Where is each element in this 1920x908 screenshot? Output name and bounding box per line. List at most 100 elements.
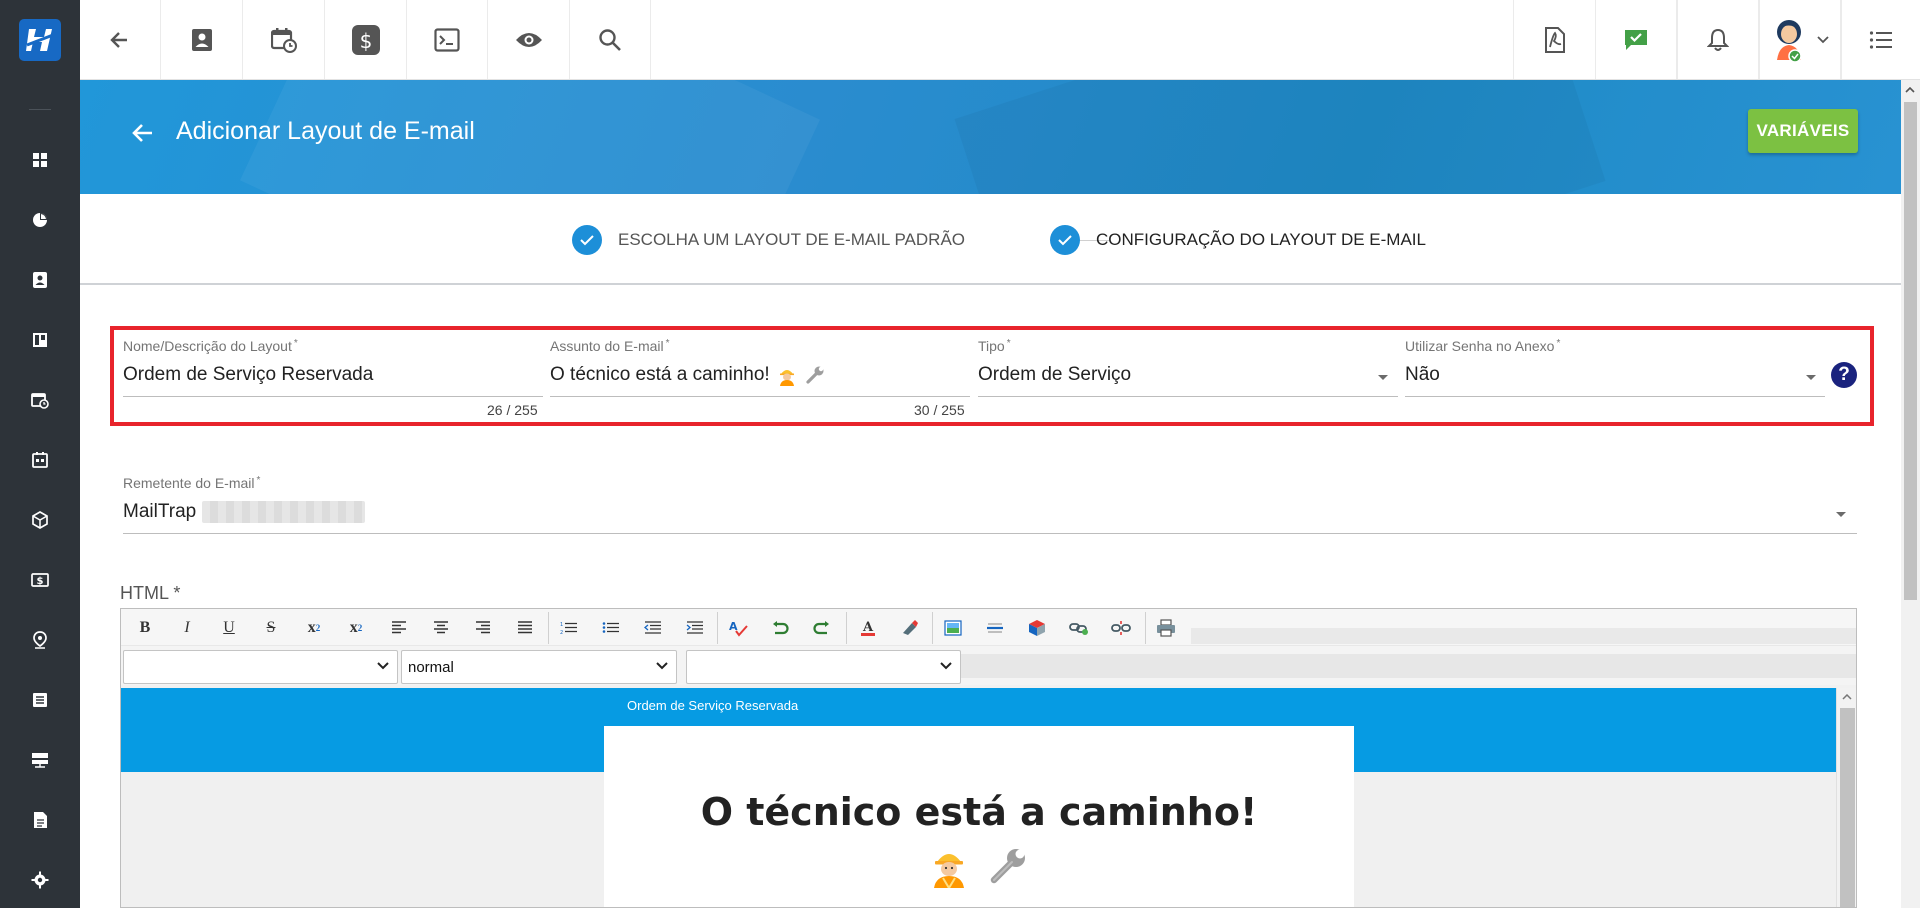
- highlight-icon[interactable]: [898, 617, 922, 639]
- dashboard-icon[interactable]: [20, 140, 60, 180]
- location-icon[interactable]: [20, 620, 60, 660]
- layout-name-field[interactable]: Nome/Descrição do Layout * Ordem de Servi…: [123, 338, 543, 386]
- email-subject-field[interactable]: Assunto do E-mail * O técnico está a cami…: [550, 338, 970, 386]
- unordered-list-icon[interactable]: [599, 617, 623, 639]
- subscript-button[interactable]: x2: [302, 617, 326, 639]
- image-icon[interactable]: [941, 617, 965, 639]
- avatar[interactable]: [1759, 0, 1841, 79]
- type-select-value[interactable]: Ordem de Serviço: [978, 364, 1398, 386]
- chevron-down-icon: [377, 662, 389, 670]
- ordered-list-icon[interactable]: 12: [557, 617, 581, 639]
- align-right-icon[interactable]: [471, 617, 495, 639]
- font-size-select[interactable]: normal: [401, 650, 677, 684]
- html-editor[interactable]: B I U S x2 x2 12 A A normal Ordem de Ser…: [120, 608, 1857, 908]
- scroll-up-icon[interactable]: [1905, 87, 1915, 93]
- construction-worker-icon: [934, 854, 964, 888]
- settings-icon[interactable]: [20, 860, 60, 900]
- check-icon: [1050, 225, 1080, 255]
- search-icon[interactable]: [570, 0, 651, 79]
- type-select[interactable]: Tipo * Ordem de Serviço: [978, 338, 1398, 386]
- indent-icon[interactable]: [683, 617, 707, 639]
- email-card: O técnico está a caminho!: [604, 726, 1354, 907]
- required-mark: *: [1006, 338, 1011, 349]
- scroll-up-icon[interactable]: [1842, 694, 1852, 700]
- menu-list-icon[interactable]: [1841, 0, 1920, 79]
- document-icon[interactable]: [20, 800, 60, 840]
- dropdown-arrow-icon[interactable]: [1378, 375, 1388, 380]
- align-left-icon[interactable]: [387, 617, 411, 639]
- subscript-mark: 2: [315, 623, 321, 633]
- input-underline: [123, 533, 1857, 534]
- redo-icon[interactable]: [810, 617, 834, 639]
- terminal-icon[interactable]: [407, 0, 488, 79]
- attachment-password-select[interactable]: Utilizar Senha no Anexo * Não: [1405, 338, 1825, 386]
- horizontal-rule-icon[interactable]: [983, 617, 1007, 639]
- font-family-select[interactable]: [123, 650, 398, 684]
- logo-icon[interactable]: [19, 19, 61, 61]
- email-sender-value[interactable]: MailTrap: [123, 501, 196, 523]
- link-icon[interactable]: [1067, 617, 1091, 639]
- server-icon[interactable]: [20, 740, 60, 780]
- align-center-icon[interactable]: [429, 617, 453, 639]
- email-sender-select[interactable]: Remetente do E-mail * MailTrap: [123, 475, 1857, 523]
- input-underline: [978, 396, 1398, 397]
- editor-scrollbar[interactable]: [1836, 688, 1856, 907]
- unlink-icon[interactable]: [1109, 617, 1133, 639]
- back-arrow-icon[interactable]: [80, 0, 161, 79]
- contact-icon[interactable]: [161, 0, 243, 79]
- required-mark: *: [1556, 338, 1561, 349]
- align-justify-icon[interactable]: [513, 617, 537, 639]
- calendar-clock-icon[interactable]: [20, 380, 60, 420]
- dropdown-arrow-icon[interactable]: [1806, 375, 1816, 380]
- page-scrollbar[interactable]: [1901, 80, 1920, 908]
- text-color-icon[interactable]: A: [856, 617, 880, 639]
- calendar-grid-icon[interactable]: [20, 440, 60, 480]
- required-mark: *: [256, 475, 261, 486]
- eye-icon[interactable]: [488, 0, 570, 79]
- top-bar: $: [80, 0, 1920, 80]
- print-icon[interactable]: [1154, 617, 1178, 639]
- back-arrow-icon[interactable]: [128, 118, 158, 148]
- bold-button[interactable]: B: [133, 617, 157, 639]
- format-block-select[interactable]: [686, 650, 961, 684]
- chat-check-icon[interactable]: [1595, 0, 1677, 79]
- svg-text:$: $: [359, 29, 372, 53]
- bell-icon[interactable]: [1677, 0, 1759, 79]
- wrench-icon: [806, 366, 824, 384]
- strikethrough-button[interactable]: S: [259, 617, 283, 639]
- undo-icon[interactable]: [768, 617, 792, 639]
- spellcheck-icon[interactable]: A: [726, 617, 750, 639]
- sidebar: $: [0, 0, 80, 908]
- dropdown-arrow-icon[interactable]: [1836, 512, 1846, 517]
- editor-canvas[interactable]: Ordem de Serviço Reservada O técnico est…: [121, 688, 1836, 907]
- contact-card-icon[interactable]: [20, 260, 60, 300]
- list-icon[interactable]: [20, 680, 60, 720]
- chevron-down-icon: [940, 662, 952, 670]
- field-label: Utilizar Senha no Anexo: [1405, 338, 1555, 354]
- outdent-icon[interactable]: [641, 617, 665, 639]
- layout-name-input[interactable]: Ordem de Serviço Reservada: [123, 364, 543, 386]
- attachment-password-value[interactable]: Não: [1405, 364, 1825, 386]
- money-icon[interactable]: $: [20, 560, 60, 600]
- package-icon[interactable]: [20, 500, 60, 540]
- chart-pie-icon[interactable]: [20, 200, 60, 240]
- calendar-clock-icon[interactable]: [243, 0, 325, 79]
- help-icon[interactable]: ?: [1831, 362, 1857, 388]
- pdf-icon[interactable]: [1513, 0, 1595, 79]
- redacted-email: [202, 501, 366, 523]
- dollar-icon[interactable]: $: [325, 0, 407, 79]
- step-choose-layout[interactable]: ESCOLHA UM LAYOUT DE E-MAIL PADRÃO: [572, 225, 965, 255]
- email-subject-input[interactable]: O técnico está a caminho!: [550, 364, 770, 386]
- svg-text:A: A: [862, 620, 874, 635]
- chevron-down-icon[interactable]: [1817, 35, 1829, 44]
- editor-format-bar: normal: [121, 646, 1856, 685]
- construction-worker-icon: [779, 370, 794, 386]
- underline-button[interactable]: U: [217, 617, 241, 639]
- superscript-button[interactable]: x2: [344, 617, 368, 639]
- object-icon[interactable]: [1025, 617, 1049, 639]
- step-layout-config[interactable]: CONFIGURAÇÃO DO LAYOUT DE E-MAIL: [1050, 225, 1426, 255]
- board-icon[interactable]: [20, 320, 60, 360]
- required-mark: *: [293, 338, 298, 349]
- variables-button[interactable]: VARIÁVEIS: [1748, 109, 1858, 153]
- italic-button[interactable]: I: [175, 617, 199, 639]
